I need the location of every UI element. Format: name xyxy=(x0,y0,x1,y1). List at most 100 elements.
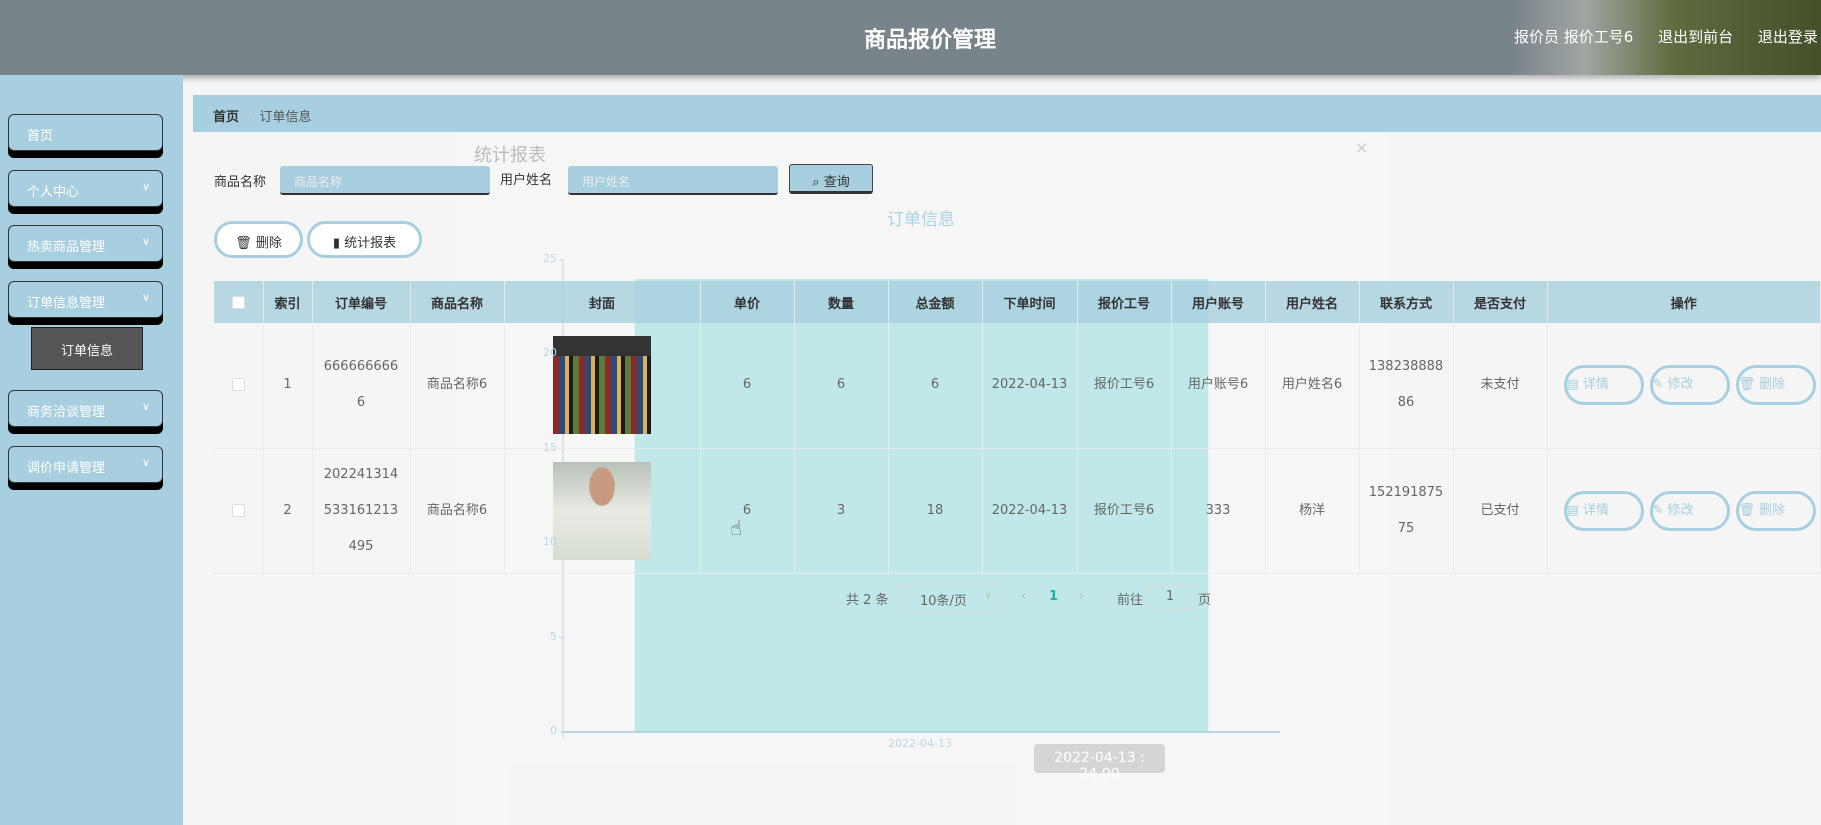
col-header: 下单时间 xyxy=(982,281,1078,323)
detail-button[interactable]: ▤ 详情 xyxy=(1563,490,1644,531)
cover-image xyxy=(553,461,651,560)
cell-account: 用户账号6 xyxy=(1171,323,1266,449)
delete-button[interactable]: 🗑 删除 xyxy=(214,221,303,258)
query-button[interactable]: ⌕ 查询 xyxy=(789,164,873,194)
menu-label: 个人中心 xyxy=(27,185,80,200)
hand-cursor-icon: ☝ xyxy=(730,516,743,540)
edit-button[interactable]: ✎ 修改 xyxy=(1649,490,1730,531)
total-count: 共 2 条 xyxy=(846,593,889,608)
col-header: 订单编号 xyxy=(312,281,411,323)
sidebar-item-orders[interactable]: 订单信息管理 ∨ xyxy=(8,281,163,318)
table-row: 1 6666666666 商品名称6 6 6 6 2022-04-13 报价工号… xyxy=(214,323,1821,449)
trash-icon: 🗑 xyxy=(235,236,256,251)
modal-title: 统计报表 xyxy=(474,145,546,166)
cell-user-name: 杨洋 xyxy=(1265,448,1360,574)
col-header: 报价工号 xyxy=(1077,281,1172,323)
user-name-input[interactable]: 用户姓名 xyxy=(568,166,778,195)
row-delete-button[interactable]: 🗑 删除 xyxy=(1735,365,1816,406)
sidebar-item-home[interactable]: 首页 xyxy=(8,114,163,151)
cell-user-name: 用户姓名6 xyxy=(1265,323,1360,449)
select-all-checkbox[interactable] xyxy=(214,281,264,323)
chevron-down-icon: ∨ xyxy=(141,180,150,193)
query-label: 查询 xyxy=(823,175,850,190)
edit-button[interactable]: ✎ 修改 xyxy=(1649,365,1730,406)
col-header: 操作 xyxy=(1547,281,1821,323)
bar-chart-icon: ▮ xyxy=(332,236,345,251)
y-tick-label: 25 xyxy=(543,252,557,265)
col-header: 是否支付 xyxy=(1453,281,1548,323)
cell-phone: 13823888886 xyxy=(1359,323,1454,449)
close-icon[interactable]: × xyxy=(1355,138,1368,157)
cell-qty: 3 xyxy=(794,448,889,574)
orders-table: 索引 订单编号 商品名称 封面 单价 数量 总金额 下单时间 报价工号 用户账号… xyxy=(214,281,1821,574)
cell-goods-name: 商品名称6 xyxy=(410,448,505,574)
sidebar-item-price-adjust[interactable]: 调价申请管理 ∨ xyxy=(8,446,163,483)
detail-button[interactable]: ▤ 详情 xyxy=(1563,365,1644,406)
menu-label: 调价申请管理 xyxy=(27,461,106,476)
page-number[interactable]: 1 xyxy=(1049,589,1058,604)
y-tick-label: 5 xyxy=(550,629,557,643)
sidebar-item-negotiation[interactable]: 商务洽谈管理 ∨ xyxy=(8,390,163,427)
menu-label: 订单信息管理 xyxy=(27,296,106,311)
cell-ops: ▤ 详情 ✎ 修改 🗑 删除 xyxy=(1547,323,1821,449)
top-header: 商品报价管理 报价员 报价工号6 退出到前台 退出登录 xyxy=(0,0,1821,75)
goods-name-input[interactable]: 商品名称 xyxy=(280,166,490,195)
col-header: 单价 xyxy=(700,281,795,323)
goods-name-label: 商品名称 xyxy=(214,175,267,190)
cell-total: 6 xyxy=(888,323,983,449)
logout-link[interactable]: 退出登录 xyxy=(1758,28,1818,46)
y-tick-label: 20 xyxy=(543,346,557,360)
cover-image xyxy=(553,336,651,435)
col-header: 联系方式 xyxy=(1359,281,1454,323)
col-header: 商品名称 xyxy=(410,281,505,323)
cell-phone: 15219187575 xyxy=(1359,448,1454,574)
breadcrumb-home[interactable]: 首页 xyxy=(213,110,239,125)
breadcrumb-sep: / xyxy=(247,110,252,125)
table-row: 2 202241314533161213495 商品名称6 6 3 18 202… xyxy=(214,448,1821,574)
col-header: 封面 xyxy=(504,281,701,323)
col-header: 总金额 xyxy=(888,281,983,323)
chevron-down-icon: ∨ xyxy=(141,235,150,248)
menu-label: 首页 xyxy=(27,129,54,144)
sidebar-item-hot-goods[interactable]: 热卖商品管理 ∨ xyxy=(8,225,163,262)
goto-page-input[interactable]: 1 xyxy=(1148,584,1192,610)
col-header: 索引 xyxy=(263,281,313,323)
col-header: 用户账号 xyxy=(1171,281,1266,323)
cell-price: 6 xyxy=(700,323,795,449)
cell-ops: ▤ 详情 ✎ 修改 🗑 删除 xyxy=(1547,448,1821,574)
search-icon: ⌕ xyxy=(812,175,824,190)
page-suffix: 页 xyxy=(1198,593,1212,608)
cell-goods-name: 商品名称6 xyxy=(410,323,505,449)
menu-label: 商务洽谈管理 xyxy=(27,405,106,420)
cell-time: 2022-04-13 xyxy=(982,448,1078,574)
x-tick-label: 2022-04-13 xyxy=(888,737,952,750)
cell-cover xyxy=(504,448,701,574)
row-checkbox[interactable] xyxy=(214,448,264,574)
stats-report-button[interactable]: ▮ 统计报表 xyxy=(307,221,422,258)
next-page-icon[interactable]: › xyxy=(1079,589,1084,604)
sidebar-subitem-order-info[interactable]: 订单信息 xyxy=(31,327,143,370)
cell-paid: 未支付 xyxy=(1453,323,1548,449)
cell-index: 1 xyxy=(263,323,313,449)
prev-page-icon[interactable]: ‹ xyxy=(1021,589,1026,604)
exit-to-front-link[interactable]: 退出到前台 xyxy=(1658,28,1733,46)
sidebar-item-personal[interactable]: 个人中心 ∨ xyxy=(8,170,163,207)
menu-label: 热卖商品管理 xyxy=(27,240,106,255)
row-delete-button[interactable]: 🗑 删除 xyxy=(1735,490,1816,531)
y-tick-label: 15 xyxy=(543,440,557,454)
chevron-down-icon: ∨ xyxy=(141,456,150,469)
cell-order-no: 6666666666 xyxy=(312,323,411,449)
col-header: 用户姓名 xyxy=(1265,281,1360,323)
delete-label: 删除 xyxy=(255,236,282,251)
cell-total: 18 xyxy=(888,448,983,574)
chevron-down-icon: ∨ xyxy=(141,291,150,304)
chart-tooltip: 2022-04-13 : 24.00 xyxy=(1034,744,1165,782)
cell-price: 6 xyxy=(700,448,795,574)
cell-index: 2 xyxy=(263,448,313,574)
row-checkbox[interactable] xyxy=(214,323,264,449)
chevron-down-icon: ∨ xyxy=(984,590,992,601)
cell-account: 333 xyxy=(1171,448,1266,574)
goto-label: 前往 xyxy=(1117,593,1144,608)
page-size-select[interactable]: 10条/页 ∨ xyxy=(901,584,999,612)
cell-worker: 报价工号6 xyxy=(1077,448,1172,574)
